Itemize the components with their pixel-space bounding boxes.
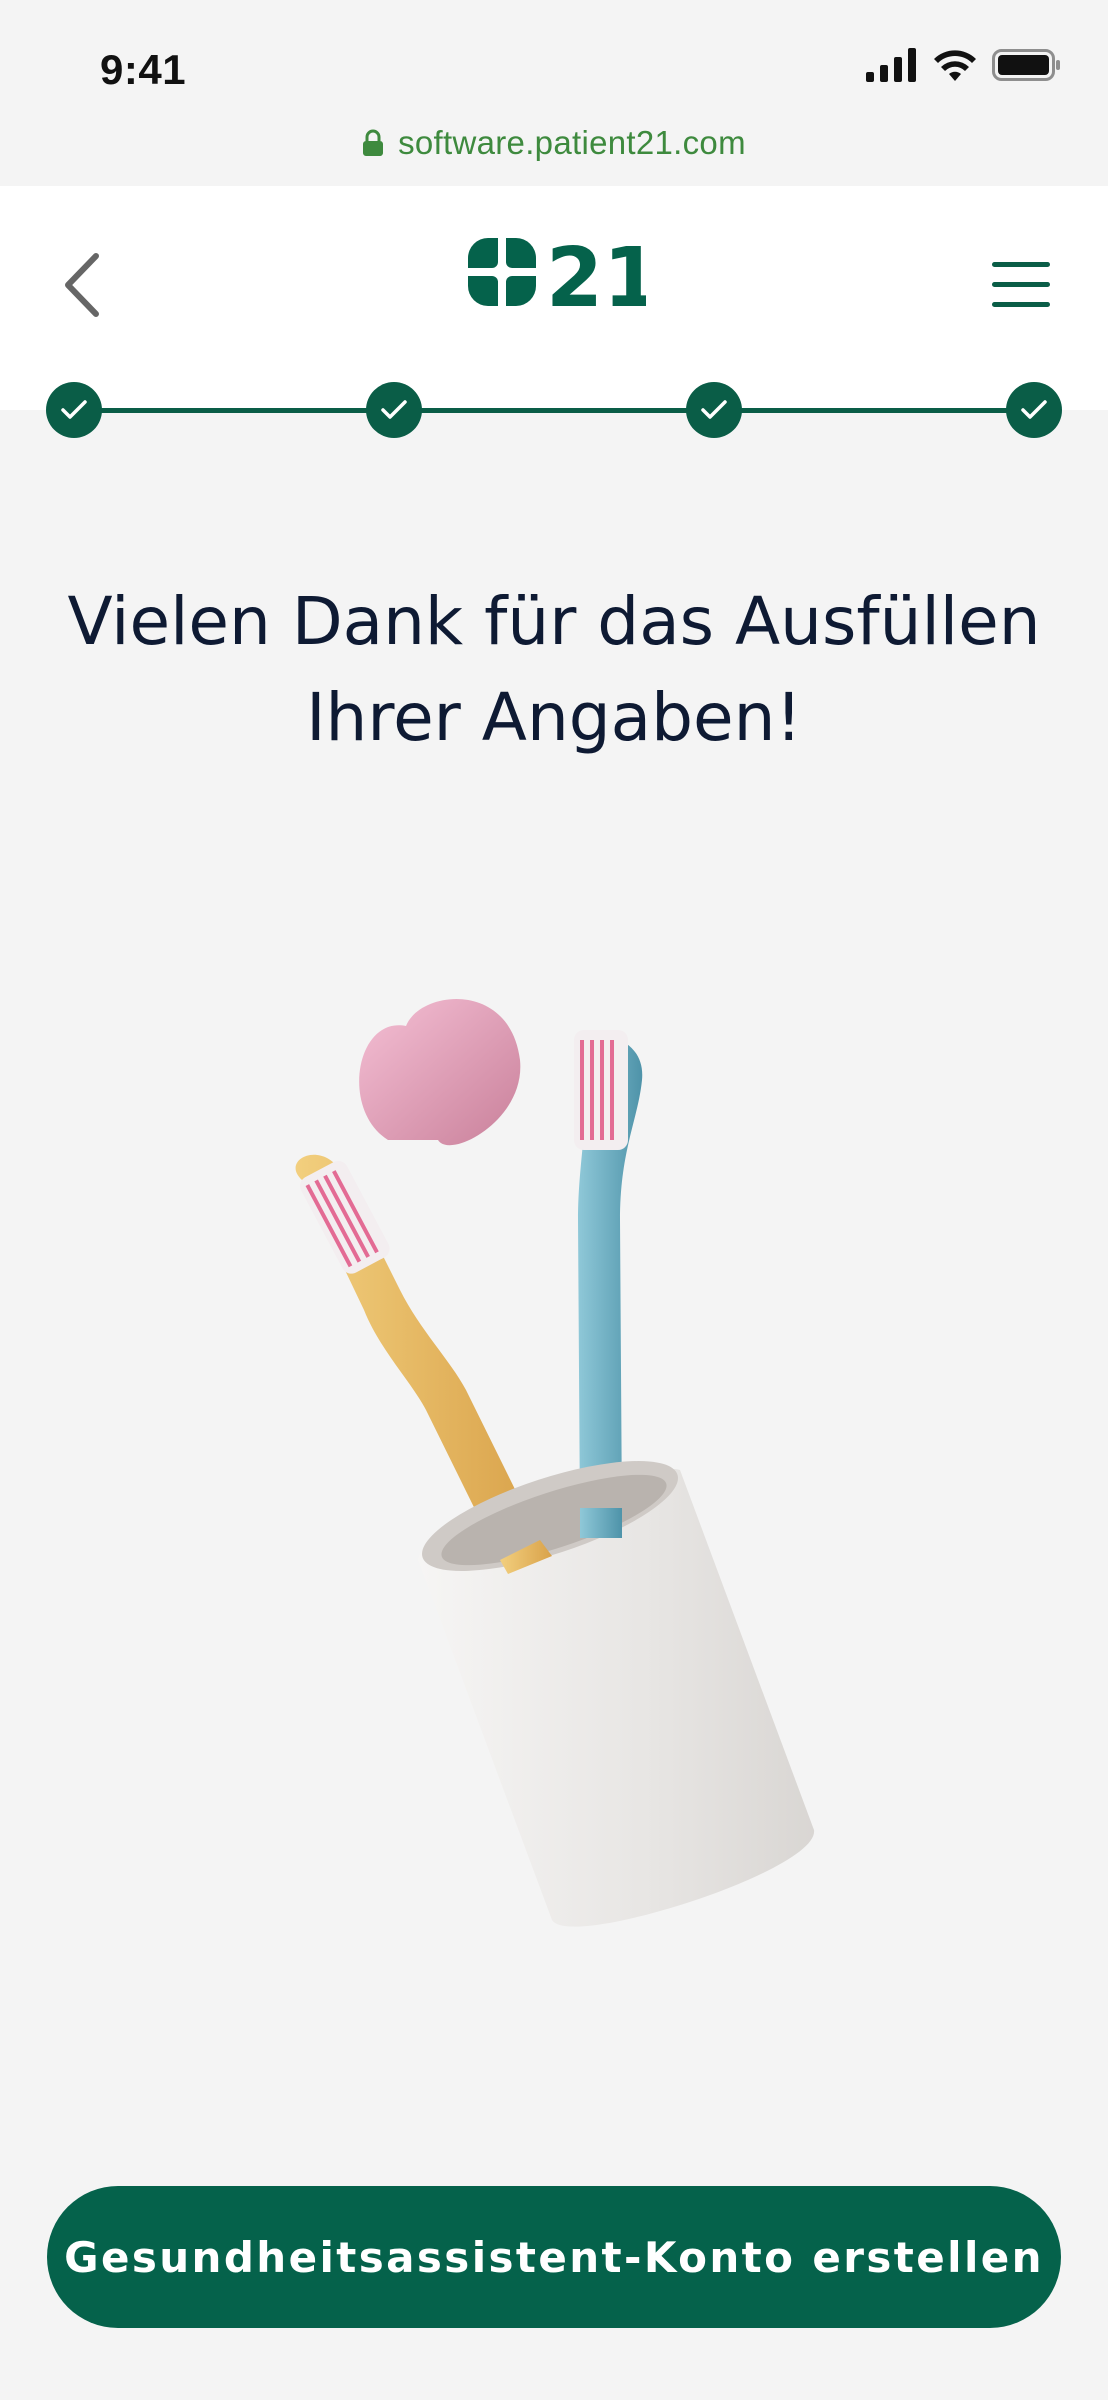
patient21-logo-icon: 21 — [468, 231, 660, 326]
logo[interactable]: 21 — [466, 231, 660, 331]
logo-text: 21 — [546, 236, 646, 326]
page-title-line-1: Vielen Dank für das Ausfüllen — [67, 583, 1041, 660]
hamburger-icon — [992, 262, 1050, 307]
battery-icon — [992, 49, 1060, 81]
lock-icon — [363, 129, 384, 156]
menu-button[interactable] — [990, 258, 1052, 312]
status-bar: 9:41 — [0, 0, 1108, 120]
blue-toothbrush — [574, 1030, 643, 1520]
toothbrush-cup-illustration — [270, 960, 850, 1970]
heart-icon — [359, 999, 521, 1146]
page-title: Vielen Dank für das Ausfüllen Ihrer Anga… — [60, 574, 1048, 766]
cup — [418, 1461, 815, 1927]
status-icons — [866, 48, 1062, 82]
status-time: 9:41 — [100, 46, 187, 93]
signal-icon — [866, 48, 916, 82]
back-button[interactable] — [56, 248, 110, 322]
check-icon — [381, 400, 407, 419]
wifi-icon — [934, 50, 976, 81]
url-text: software.patient21.com — [398, 124, 746, 161]
step-1-complete — [46, 382, 102, 438]
progress-stepper — [46, 382, 1062, 438]
create-account-button[interactable]: Gesundheitsassistent-Konto erstellen — [47, 2186, 1061, 2328]
page-title-line-2: Ihrer Angaben! — [306, 679, 802, 756]
step-3-complete — [686, 382, 742, 438]
check-icon — [1021, 400, 1047, 419]
url-bar[interactable]: software.patient21.com — [0, 118, 1108, 168]
step-2-complete — [366, 382, 422, 438]
progress-line — [74, 408, 1034, 413]
check-icon — [701, 400, 727, 419]
check-icon — [61, 400, 87, 419]
chevron-left-icon — [65, 253, 99, 317]
step-4-complete — [1006, 382, 1062, 438]
